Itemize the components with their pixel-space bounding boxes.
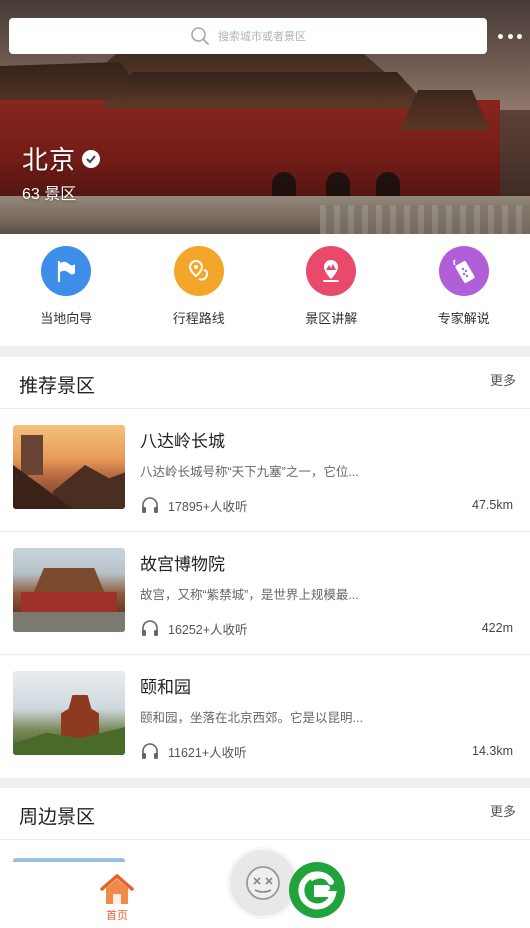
city-title: 北京 [22,140,101,177]
spot-description: 八达岭长城号称“天下九塞”之一，它位... [140,465,359,479]
listener-count: 17895+人收听 [168,499,248,514]
quick-item-label: 景区讲解 [305,311,358,326]
search-bar[interactable]: 搜索城市或者景区 [9,18,487,54]
listener-info: 11621+人收听 [140,741,247,761]
quick-item-scenic-guide[interactable]: 景区讲解 [265,234,398,346]
search-placeholder: 搜索城市或者景区 [218,31,306,43]
quick-item-route[interactable]: 行程路线 [133,234,266,346]
section-title: 推荐景区 [19,376,96,397]
section-header: 推荐景区 更多 [0,357,530,409]
spot-thumbnail [13,671,125,755]
spot-description: 故宫，又称“紫禁城”，是世界上规模最... [140,588,359,602]
audio-device-icon [438,246,489,296]
spot-thumbnail [13,548,125,632]
mountain-pin-icon [306,246,357,296]
flag-icon [41,246,92,296]
face-icon [246,866,280,900]
search-icon [191,27,209,45]
section-header: 周边景区 更多 [0,788,530,840]
spot-description: 颐和园，坐落在北京西郊。它是以昆明... [140,711,363,725]
quick-item-label: 行程路线 [172,311,225,326]
home-icon [100,874,134,904]
listener-info: 16252+人收听 [140,618,248,638]
headphones-icon [142,497,158,513]
list-item[interactable]: 故宫博物院 故宫，又称“紫禁城”，是世界上规模最... 16252+人收听 42… [0,532,530,655]
headphones-icon [142,620,158,636]
recommended-section: 推荐景区 更多 八达岭长城 八达岭长城号称“天下九塞”之一，它位... 1789… [0,357,530,778]
route-pin-icon [173,246,224,296]
listener-info: 17895+人收听 [140,495,248,515]
more-options-icon[interactable] [498,34,522,40]
list-item[interactable]: 八达岭长城 八达岭长城号称“天下九塞”之一，它位... 17895+人收听 47… [0,409,530,532]
quick-menu: 当地向导 行程路线 景区讲解 专家解说 [0,234,530,346]
quick-item-expert[interactable]: 专家解说 [398,234,530,346]
city-name: 北京 [22,145,77,175]
more-link[interactable]: 更多 [490,801,516,820]
spot-count: 63 景区 [22,186,77,203]
listener-count: 11621+人收听 [168,745,247,760]
spot-title: 颐和园 [140,678,191,697]
tab-home-label: 首页 [106,910,128,922]
spot-title: 八达岭长城 [140,432,225,451]
quick-item-label: 当地向导 [40,311,93,326]
quick-item-local-guide[interactable]: 当地向导 [0,234,133,346]
more-link[interactable]: 更多 [490,370,516,389]
distance: 47.5km [472,498,513,512]
list-item[interactable]: 颐和园 颐和园，坐落在北京西郊。它是以昆明... 11621+人收听 14.3k… [0,655,530,778]
spot-title: 故宫博物院 [140,555,225,574]
section-title: 周边景区 [19,807,96,828]
headphones-icon [142,743,158,759]
brand-logo-icon [289,862,345,918]
distance: 422m [481,621,513,635]
quick-item-label: 专家解说 [437,311,490,326]
tab-home[interactable]: 首页 [96,872,138,923]
distance: 14.3km [472,744,513,758]
spot-thumbnail [13,425,125,509]
listener-count: 16252+人收听 [168,622,248,637]
chevron-down-icon[interactable] [82,149,101,168]
